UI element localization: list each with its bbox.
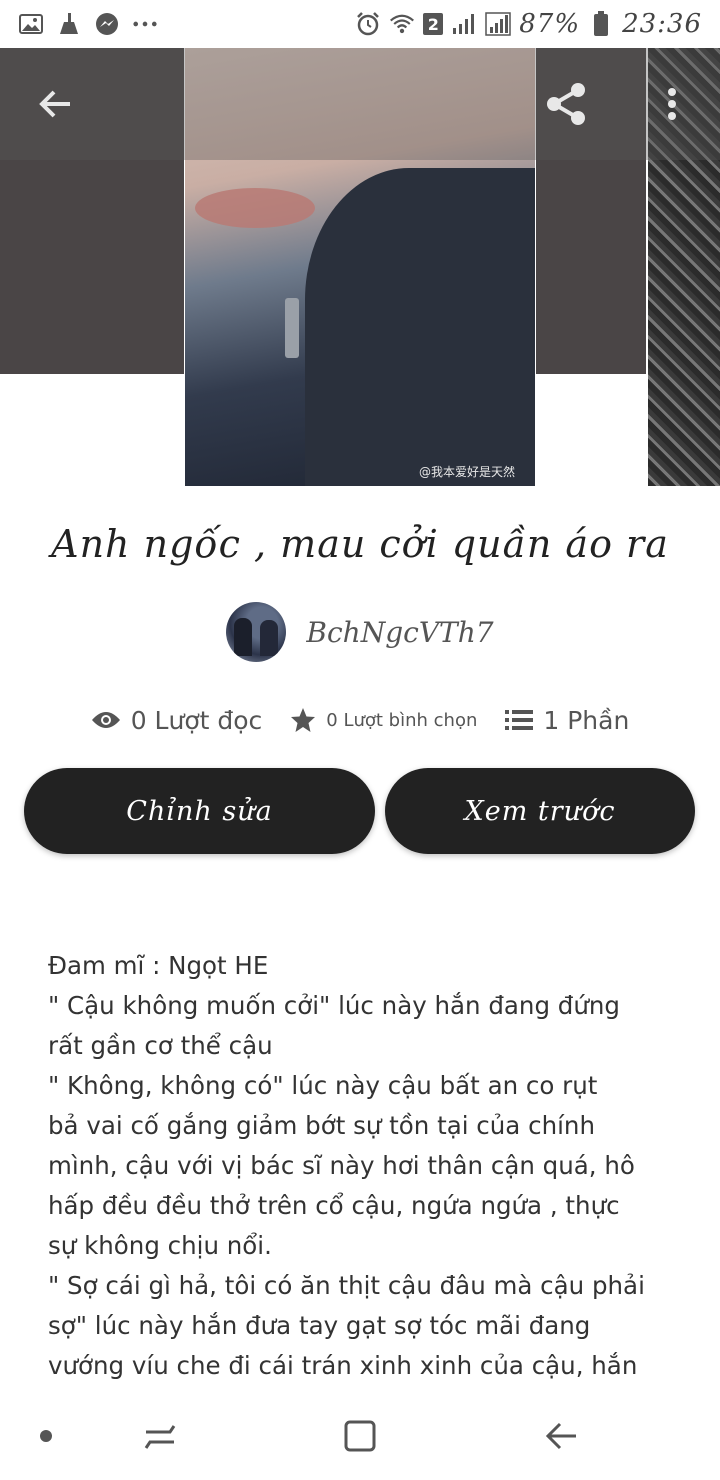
avatar[interactable]	[226, 602, 287, 662]
back-nav-icon	[545, 1422, 576, 1450]
back-nav-button[interactable]	[538, 1412, 586, 1460]
description-line: sự không chịu nổi.	[48, 1231, 272, 1260]
reads-count: 0 Lượt đọc	[130, 705, 263, 735]
reads-stat: 0 Lượt đọc	[91, 705, 263, 735]
clock: 23:36	[622, 9, 702, 39]
signal-icon-2	[485, 11, 512, 37]
story-description: Đam mĩ : Ngọt HE " Cậu không muốn cởi" l…	[48, 946, 668, 1392]
description-line: " Cậu không muốn cởi" lúc này hắn đang đ…	[48, 991, 620, 1020]
author-name[interactable]: BchNgcVTh7	[306, 616, 493, 649]
edit-button[interactable]: Chỉnh sửa	[24, 768, 375, 854]
battery-percent: 87%	[519, 9, 581, 39]
dot-icon	[40, 1430, 52, 1442]
top-app-bar	[0, 48, 720, 160]
signal-icon	[451, 11, 477, 37]
parts-stat: 1 Phần	[505, 706, 629, 735]
votes-count: 0 Lượt bình chọn	[326, 709, 478, 731]
battery-icon	[588, 11, 614, 37]
description-line: Đam mĩ : Ngọt HE	[48, 951, 269, 980]
votes-stat: 0 Lượt bình chọn	[290, 707, 477, 733]
cover-lips-shape	[195, 188, 315, 228]
status-right: 2 87% 23:36	[355, 9, 702, 39]
recent-apps-icon	[144, 1425, 176, 1449]
system-nav-bar	[0, 1392, 720, 1480]
more-dots-icon	[132, 11, 158, 37]
more-vert-icon	[668, 88, 676, 120]
description-line: sợ" lúc này hắn đưa tay gạt sợ tóc mãi đ…	[48, 1311, 591, 1340]
description-line: vướng víu che đi cái trán xinh xinh của …	[48, 1351, 638, 1380]
cover-carousel[interactable]: @我本爱好是天然	[0, 48, 720, 488]
description-line: mình, cậu với vị bác sĩ này hơi thân cận…	[48, 1151, 635, 1180]
stats-row: 0 Lượt đọc 0 Lượt bình chọn 1 Phần	[0, 700, 720, 740]
description-line: rất gần cơ thể cậu	[48, 1031, 273, 1060]
cover-zip-shape	[285, 298, 299, 358]
wifi-icon	[389, 11, 415, 37]
cover-watermark: @我本爱好是天然	[418, 465, 515, 479]
alarm-icon	[355, 11, 381, 37]
cover-jacket-shape	[305, 168, 535, 486]
description-line: bả vai cố gắng giảm bớt sự tồn tại của c…	[48, 1111, 595, 1140]
status-left	[18, 11, 158, 37]
home-button[interactable]	[336, 1412, 384, 1460]
description-line: hấp đều đều thở trên cổ cậu, ngứa ngứa ,…	[48, 1191, 620, 1220]
story-title: Anh ngốc , mau cởi quần áo ra	[51, 522, 669, 566]
sim-badge: 2	[423, 13, 444, 35]
parts-count: 1 Phần	[543, 705, 630, 735]
list-icon	[505, 710, 534, 730]
description-line: " Không, không có" lúc này cậu bất an co…	[48, 1071, 598, 1100]
share-icon	[547, 83, 585, 125]
author-row[interactable]: BchNgcVTh7	[0, 602, 720, 662]
recent-apps-button[interactable]	[136, 1412, 184, 1460]
back-button[interactable]	[28, 76, 84, 132]
messenger-icon	[94, 11, 120, 37]
overflow-menu-button[interactable]	[644, 76, 700, 132]
cleaner-icon	[56, 11, 82, 37]
nav-dot-button[interactable]	[22, 1412, 70, 1460]
gallery-icon	[18, 11, 44, 37]
back-arrow-icon	[39, 90, 70, 118]
star-icon	[291, 708, 316, 732]
preview-button[interactable]: Xem trước	[385, 768, 695, 854]
eye-icon	[91, 712, 120, 728]
description-line: " Sợ cái gì hả, tôi có ăn thịt cậu đâu m…	[48, 1271, 645, 1300]
status-bar: 2 87% 23:36	[0, 0, 720, 48]
share-button[interactable]	[538, 76, 594, 132]
home-icon	[344, 1420, 376, 1452]
